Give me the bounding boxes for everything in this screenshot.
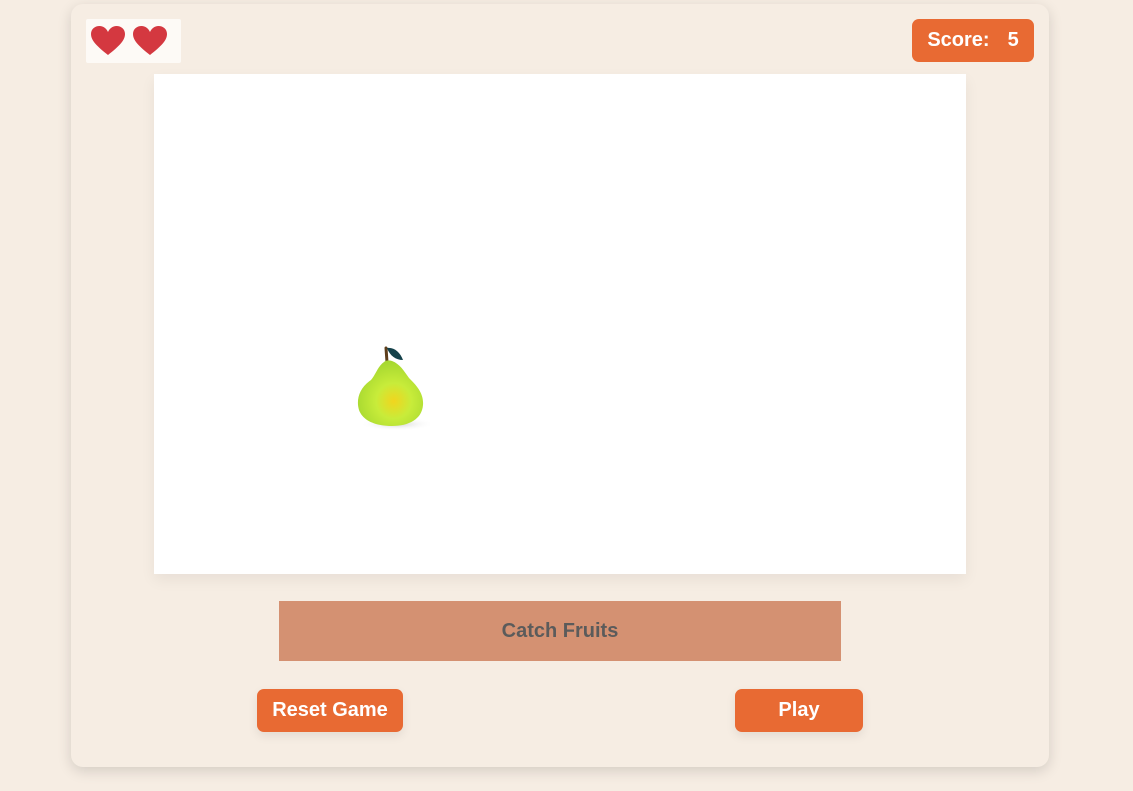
heart-icon — [133, 26, 167, 55]
lives-panel — [86, 19, 181, 63]
play-area[interactable] — [154, 74, 966, 574]
score-label: Score: — [927, 29, 990, 51]
pear-icon[interactable] — [354, 342, 436, 432]
reset-game-button[interactable]: Reset Game — [257, 689, 403, 732]
score-badge: Score: 5 — [912, 19, 1034, 62]
game-container: Score: 5 Catch Fruits Reset Game Play — [71, 4, 1049, 767]
game-title: Catch Fruits — [279, 601, 841, 661]
play-button[interactable]: Play — [735, 689, 863, 732]
heart-icon — [91, 26, 125, 55]
score-value: 5 — [1007, 29, 1019, 51]
